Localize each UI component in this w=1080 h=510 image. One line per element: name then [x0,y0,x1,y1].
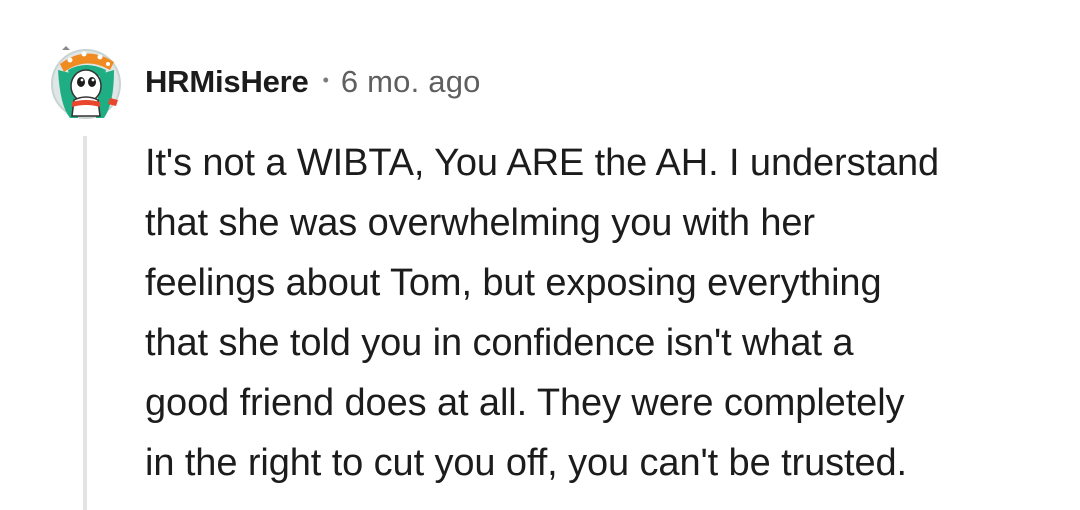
thread-collapse-line[interactable] [83,136,87,510]
timestamp[interactable]: 6 mo. ago [341,64,481,100]
comment-body-line: feelings about Tom, but exposing everyth… [145,262,882,304]
snoo-avatar-icon [51,46,121,119]
comment-body: It's not a WIBTA, You ARE the AH. I unde… [145,133,1045,493]
separator-dot: • [322,69,329,90]
comment-body-line: It's not a WIBTA, You ARE the AH. I unde… [145,142,940,184]
comment-header: HRMisHere • 6 mo. ago [145,62,481,102]
comment-body-line: that she told you in confidence isn't wh… [145,322,854,364]
comment: HRMisHere • 6 mo. ago It's not a WIBTA, … [0,0,1080,510]
comment-body-line: good friend does at all. They were compl… [145,382,905,424]
comment-body-line: that she was overwhelming you with her [145,202,815,244]
username-link[interactable]: HRMisHere [145,64,309,100]
comment-body-line: in the right to cut you off, you can't b… [145,442,908,484]
user-avatar-icon[interactable] [44,40,128,124]
